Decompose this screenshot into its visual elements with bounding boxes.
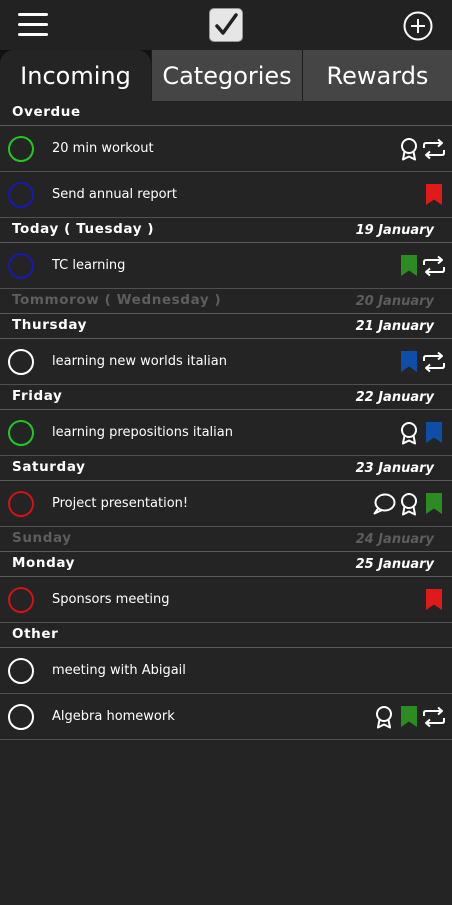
tab-categories[interactable]: Categories bbox=[151, 50, 302, 101]
task-row[interactable]: Send annual report bbox=[0, 172, 452, 218]
flag-red-icon bbox=[422, 588, 446, 612]
task-title: Algebra homework bbox=[52, 709, 175, 724]
task-complete-checkbox[interactable] bbox=[8, 253, 34, 279]
task-row[interactable]: Algebra homework bbox=[0, 694, 452, 740]
section-date: 20 January bbox=[355, 294, 434, 309]
section-date: 24 January bbox=[355, 532, 434, 547]
section-name: Sunday bbox=[12, 530, 72, 546]
flag-green-icon bbox=[422, 492, 446, 516]
section-name: Friday bbox=[12, 388, 63, 404]
task-row[interactable]: 20 min workout bbox=[0, 126, 452, 172]
section-date: 22 January bbox=[355, 390, 434, 405]
section-date: 25 January bbox=[355, 557, 434, 572]
section-date: 19 January bbox=[355, 223, 434, 238]
section-name: Tommorow ( Wednesday ) bbox=[12, 292, 222, 308]
task-complete-checkbox[interactable] bbox=[8, 182, 34, 208]
task-title: meeting with Abigail bbox=[52, 663, 186, 678]
task-row[interactable]: learning prepositions italian bbox=[0, 410, 452, 456]
task-title: Project presentation! bbox=[52, 496, 189, 511]
task-complete-checkbox[interactable] bbox=[8, 587, 34, 613]
repeat-icon bbox=[422, 350, 446, 374]
top-bar bbox=[0, 0, 452, 50]
section-name: Monday bbox=[12, 555, 76, 571]
task-list: Overdue 20 min workout Send annual report T… bbox=[0, 101, 452, 740]
task-complete-checkbox[interactable] bbox=[8, 704, 34, 730]
task-complete-checkbox[interactable] bbox=[8, 658, 34, 684]
task-complete-checkbox[interactable] bbox=[8, 420, 34, 446]
flag-green-icon bbox=[397, 254, 421, 278]
repeat-icon bbox=[422, 705, 446, 729]
comment-icon bbox=[372, 492, 396, 516]
flag-blue-icon bbox=[422, 421, 446, 445]
add-task-icon[interactable] bbox=[403, 11, 433, 41]
task-title: Send annual report bbox=[52, 187, 177, 202]
tab-rewards[interactable]: Rewards bbox=[302, 50, 452, 101]
section-date: 21 January bbox=[355, 319, 434, 334]
section-name: Saturday bbox=[12, 459, 86, 475]
section-header: Other bbox=[0, 623, 452, 648]
award-icon bbox=[397, 137, 421, 161]
tab-incoming[interactable]: Incoming bbox=[0, 50, 151, 101]
section-header: Today ( Tuesday ) 19 January bbox=[0, 218, 452, 243]
repeat-icon bbox=[422, 137, 446, 161]
section-date: 23 January bbox=[355, 461, 434, 476]
task-title: learning new worlds italian bbox=[52, 354, 227, 369]
section-name: Other bbox=[12, 626, 59, 642]
task-complete-checkbox[interactable] bbox=[8, 136, 34, 162]
task-complete-checkbox[interactable] bbox=[8, 491, 34, 517]
section-header: Monday 25 January bbox=[0, 552, 452, 577]
section-header: Friday 22 January bbox=[0, 385, 452, 410]
task-complete-checkbox[interactable] bbox=[8, 349, 34, 375]
section-header: Saturday 23 January bbox=[0, 456, 452, 481]
task-row[interactable]: meeting with Abigail bbox=[0, 648, 452, 694]
hamburger-menu-icon[interactable] bbox=[18, 13, 48, 37]
task-title: 20 min workout bbox=[52, 141, 154, 156]
tab-bar: Incoming Categories Rewards bbox=[0, 50, 452, 101]
task-row[interactable]: learning new worlds italian bbox=[0, 339, 452, 385]
task-title: Sponsors meeting bbox=[52, 592, 170, 607]
section-name: Overdue bbox=[12, 104, 81, 120]
award-icon bbox=[372, 705, 396, 729]
checkmark-logo-icon bbox=[209, 8, 243, 42]
task-row[interactable]: Sponsors meeting bbox=[0, 577, 452, 623]
section-name: Today ( Tuesday ) bbox=[12, 221, 155, 237]
section-header: Tommorow ( Wednesday ) 20 January bbox=[0, 289, 452, 314]
flag-red-icon bbox=[422, 183, 446, 207]
task-row[interactable]: Project presentation! bbox=[0, 481, 452, 527]
flag-blue-icon bbox=[397, 350, 421, 374]
flag-green-icon bbox=[397, 705, 421, 729]
repeat-icon bbox=[422, 254, 446, 278]
section-header: Overdue bbox=[0, 101, 452, 126]
task-title: TC learning bbox=[52, 258, 126, 273]
award-icon bbox=[397, 492, 421, 516]
section-name: Thursday bbox=[12, 317, 88, 333]
award-icon bbox=[397, 421, 421, 445]
section-header: Sunday 24 January bbox=[0, 527, 452, 552]
section-header: Thursday 21 January bbox=[0, 314, 452, 339]
task-row[interactable]: TC learning bbox=[0, 243, 452, 289]
task-title: learning prepositions italian bbox=[52, 425, 233, 440]
